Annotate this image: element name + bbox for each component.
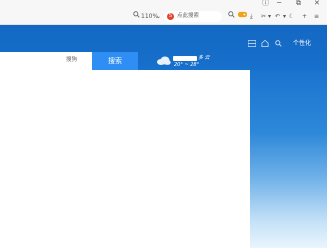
close-button[interactable]: ✕ <box>314 0 320 7</box>
search-engine-logo: S <box>167 13 174 20</box>
search-button[interactable]: 搜索 <box>92 52 138 70</box>
weather-condition: 多 云 <box>198 55 210 61</box>
search-icon[interactable] <box>275 40 282 49</box>
weather-temperature: 20° ~ 28° <box>174 62 200 68</box>
download-icon[interactable]: ⤓ <box>250 12 253 21</box>
search-engine-select[interactable]: 搜狗 <box>66 56 77 65</box>
info-icon[interactable]: ⓘ <box>262 0 269 7</box>
chevron-down-icon[interactable]: ⌄ <box>156 12 161 21</box>
content-panel <box>0 70 250 248</box>
undo-icon[interactable]: ↶ <box>275 12 280 21</box>
window-titlebar: ⓘ ─ ⧉ ✕ <box>0 0 327 8</box>
moon-icon[interactable]: ☾ <box>289 12 294 21</box>
search-icon[interactable] <box>228 11 235 21</box>
home-icon[interactable] <box>261 39 269 49</box>
menu-icon[interactable]: ≡ <box>314 12 319 21</box>
game-icon[interactable] <box>238 11 247 21</box>
toolbar-search[interactable]: S 点此搜索 <box>164 11 222 22</box>
personalize-link[interactable]: 个性化 <box>293 40 311 48</box>
toolbar-search-placeholder: 点此搜索 <box>177 13 200 19</box>
chevron-down-icon[interactable]: ▾ <box>283 12 286 21</box>
zoom-icon[interactable] <box>133 11 140 21</box>
weather-location[interactable] <box>173 56 197 61</box>
grid-icon[interactable] <box>247 39 257 49</box>
plus-icon[interactable]: + <box>302 12 307 21</box>
minimize-button[interactable]: ─ <box>277 0 281 7</box>
sky-panel <box>250 70 327 248</box>
maximize-button[interactable]: ⧉ <box>296 0 301 7</box>
chevron-down-icon[interactable]: ▾ <box>268 12 271 21</box>
cloud-icon <box>157 56 171 65</box>
scissors-icon[interactable]: ✂ <box>261 12 266 21</box>
browser-toolbar: 110% ⌄ S 点此搜索 ⤓ ✂ ▾ ↶ ▾ ☾ + ≡ <box>0 8 327 25</box>
search-input[interactable]: 搜狗 <box>0 52 92 70</box>
